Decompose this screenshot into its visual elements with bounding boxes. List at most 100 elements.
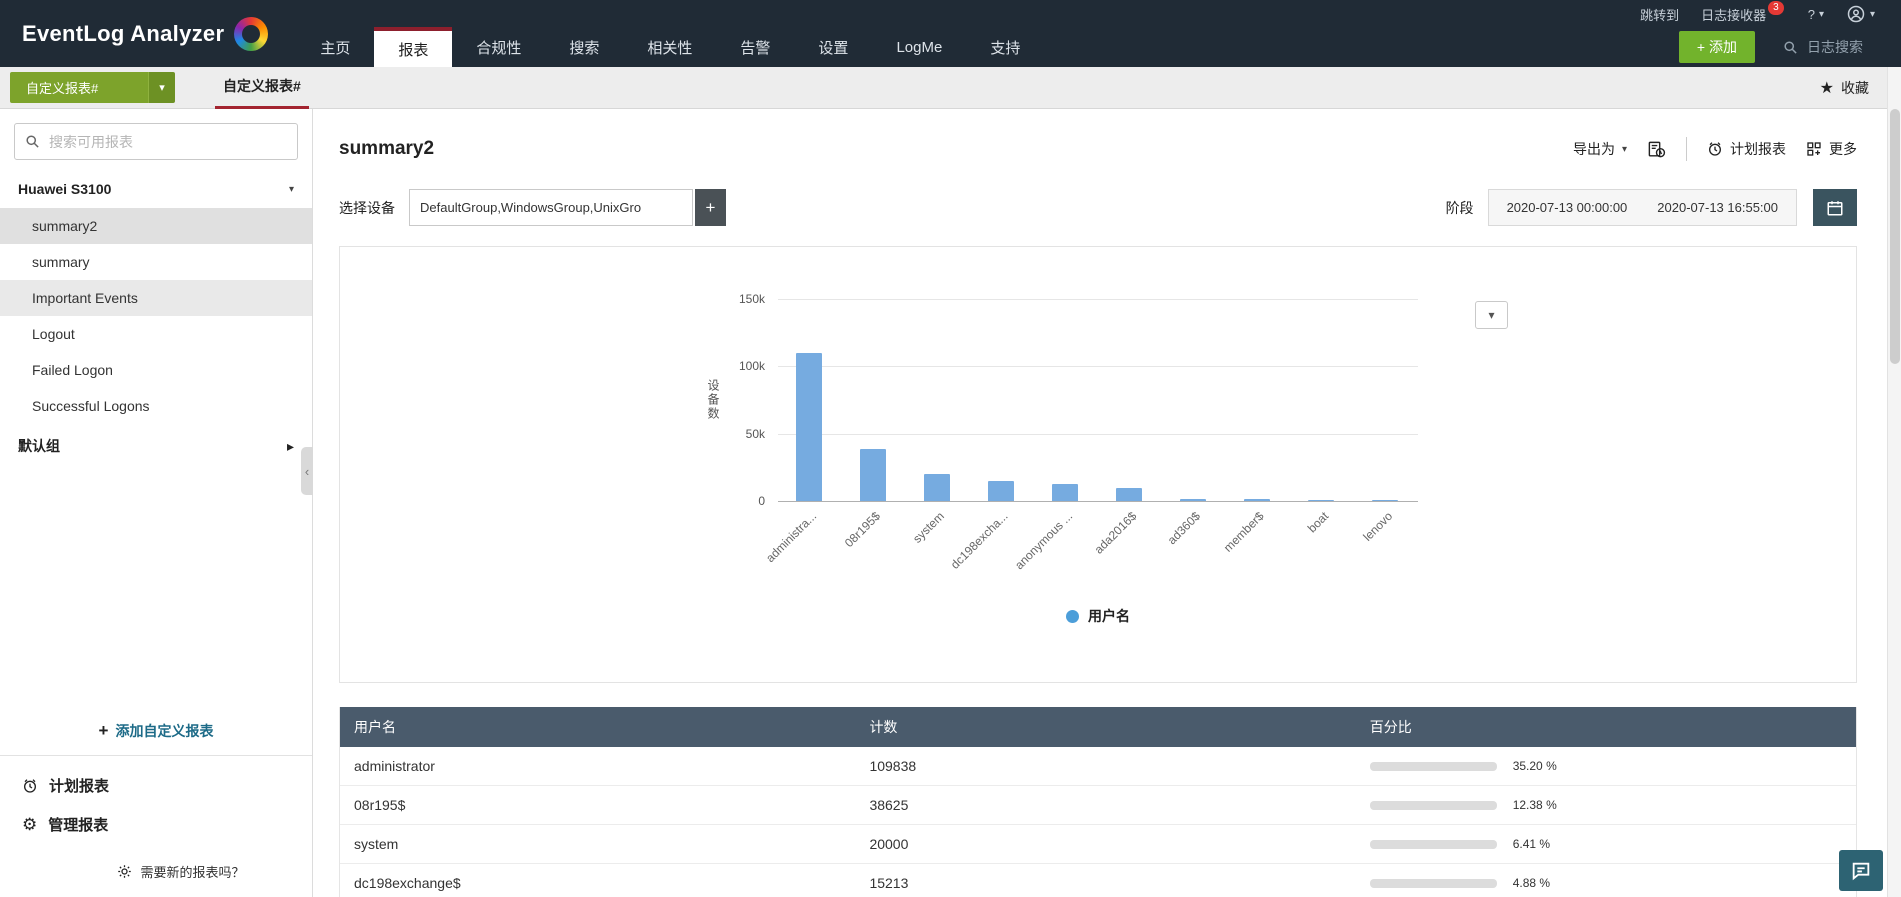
- content-area: Huawei S3100 ▾ summary2 summary Importan…: [0, 109, 1901, 897]
- tab-custom-reports[interactable]: 自定义报表#: [215, 67, 309, 109]
- percent-value: 6.41 %: [1512, 837, 1551, 851]
- log-search-button[interactable]: 日志搜索: [1771, 33, 1875, 61]
- nav-tab-search[interactable]: 搜索: [545, 27, 623, 67]
- need-new-reports-label: 需要新的报表吗？: [140, 865, 245, 880]
- cell-percent: 4.88 %: [1356, 876, 1856, 890]
- x-tick-label: ada2016$: [1091, 509, 1139, 557]
- table-row[interactable]: administrator 109838 35.20 %: [340, 747, 1856, 786]
- chart-bars: administra... 08r195$ system dc198excha... a…: [763, 353, 1398, 572]
- chart-options-button[interactable]: ▾: [1475, 301, 1508, 329]
- x-tick-label: administra...: [762, 509, 819, 566]
- scrollbar-thumb[interactable]: [1890, 109, 1900, 364]
- chevron-down-icon: ▾: [148, 72, 175, 103]
- search-icon: [25, 134, 40, 149]
- manage-reports-link[interactable]: ⚙ 管理报表: [0, 805, 312, 844]
- bar[interactable]: lenovo: [1360, 500, 1398, 544]
- device-group-header[interactable]: Huawei S3100 ▾: [0, 170, 312, 208]
- sidebar-item-failed-logon[interactable]: Failed Logon: [0, 352, 312, 388]
- app-logo[interactable]: EventLog Analyzer: [0, 0, 290, 67]
- nav-tab-home[interactable]: 主页: [296, 27, 374, 67]
- device-select-input[interactable]: [409, 189, 693, 226]
- user-menu[interactable]: ▾: [1846, 4, 1875, 24]
- cell-percent: 6.41 %: [1356, 837, 1856, 851]
- period-group: 阶段 2020-07-13 00:00:00 2020-07-13 16:55:…: [1446, 189, 1857, 226]
- bar[interactable]: administra...: [763, 353, 822, 565]
- table-row[interactable]: 08r195$ 38625 12.38 %: [340, 786, 1856, 825]
- report-history-button[interactable]: [1647, 140, 1666, 159]
- sidebar-collapse-handle[interactable]: ‹: [301, 447, 313, 495]
- percent-value: 35.20 %: [1512, 759, 1557, 773]
- page-title: summary2: [339, 138, 435, 159]
- calendar-icon: [1826, 199, 1844, 217]
- add-device-button[interactable]: +: [695, 189, 726, 226]
- x-tick-label: system: [910, 509, 947, 546]
- add-button[interactable]: + 添加: [1678, 31, 1755, 63]
- report-search-input[interactable]: [49, 133, 287, 150]
- nav-tab-alerts[interactable]: 告警: [716, 27, 794, 67]
- more-button[interactable]: 更多: [1806, 139, 1857, 159]
- cell-username: dc198exchange$: [354, 875, 461, 891]
- report-type-dropdown[interactable]: 自定义报表# ▾: [10, 72, 175, 103]
- bar[interactable]: boat: [1304, 500, 1334, 535]
- chat-bubble-icon: [1850, 860, 1872, 882]
- scheduled-reports-link[interactable]: 计划报表: [0, 766, 312, 805]
- jump-to-link[interactable]: 跳转到: [1640, 5, 1679, 24]
- bar[interactable]: anonymous ...: [1012, 484, 1078, 572]
- device-select-label: 选择设备: [339, 199, 395, 216]
- cell-count: 15213: [869, 875, 909, 891]
- nav-tab-reports[interactable]: 报表: [374, 27, 453, 67]
- nav-tab-compliance[interactable]: 合规性: [452, 27, 545, 67]
- nav-tab-correlation[interactable]: 相关性: [623, 27, 716, 67]
- cell-username: administrator: [354, 758, 435, 774]
- schedule-report-button[interactable]: 计划报表: [1707, 139, 1786, 159]
- bar[interactable]: system: [910, 474, 950, 546]
- app-title: EventLog Analyzer: [22, 20, 225, 46]
- nav-tab-settings[interactable]: 设置: [794, 27, 872, 67]
- sidebar-item-summary2[interactable]: summary2: [0, 208, 312, 244]
- reports-sidebar: Huawei S3100 ▾ summary2 summary Importan…: [0, 109, 313, 897]
- search-icon: [1783, 40, 1798, 55]
- utility-row: 跳转到 日志接收器 3 ? ▾ ▾: [1640, 0, 1875, 28]
- calendar-button[interactable]: [1813, 189, 1857, 226]
- percent-value: 4.88 %: [1512, 876, 1551, 890]
- bar[interactable]: ada2016$: [1091, 488, 1142, 557]
- date-range-display[interactable]: 2020-07-13 00:00:00 2020-07-13 16:55:00: [1487, 189, 1797, 226]
- x-tick-label: 08r195$: [841, 509, 883, 551]
- bar[interactable]: dc198excha...: [948, 480, 1014, 572]
- chat-button[interactable]: [1839, 850, 1883, 891]
- sidebar-divider: [0, 755, 312, 756]
- alarm-clock-icon: [1707, 141, 1723, 157]
- bar[interactable]: member$: [1221, 499, 1270, 555]
- sidebar-item-summary[interactable]: summary: [0, 244, 312, 280]
- chevron-down-icon: ▾: [288, 183, 294, 195]
- chart-legend[interactable]: 用户名: [778, 606, 1418, 626]
- device-group-label: Huawei S3100: [18, 181, 112, 197]
- legend-dot-icon: [1066, 609, 1079, 623]
- bar[interactable]: ad360$: [1165, 498, 1206, 547]
- x-tick-label: dc198excha...: [948, 509, 1011, 572]
- log-receiver-link[interactable]: 日志接收器 3: [1701, 1, 1786, 24]
- add-custom-report-link[interactable]: + 添加自定义报表: [0, 711, 312, 751]
- export-as-dropdown[interactable]: 导出为 ▾: [1573, 139, 1627, 159]
- device-select-control: +: [409, 189, 726, 226]
- topbar: EventLog Analyzer 主页 报表 合规性 搜索 相关性 告警 设置…: [0, 0, 1901, 67]
- alarm-clock-icon: [22, 778, 38, 794]
- page-scrollbar[interactable]: [1887, 67, 1901, 897]
- percent-bar-track: [1369, 761, 1497, 771]
- cell-percent: 35.20 %: [1356, 759, 1856, 773]
- table-row[interactable]: system 20000 6.41 %: [340, 825, 1856, 864]
- table-row[interactable]: dc198exchange$ 15213 4.88 %: [340, 864, 1856, 897]
- default-group-header[interactable]: 默认组 ▸: [0, 424, 312, 468]
- bar[interactable]: 08r195$: [842, 449, 886, 550]
- nav-tab-support[interactable]: 支持: [966, 27, 1044, 67]
- nav-tab-logme[interactable]: LogMe: [872, 27, 966, 67]
- sidebar-item-important-events[interactable]: Important Events: [0, 280, 312, 316]
- help-menu[interactable]: ? ▾: [1808, 7, 1824, 22]
- favorite-button[interactable]: ★ 收藏: [1820, 78, 1869, 98]
- need-new-reports-link[interactable]: 需要新的报表吗？: [0, 844, 312, 897]
- sun-icon: [117, 864, 132, 879]
- add-custom-report-label: 添加自定义报表: [115, 723, 214, 739]
- sidebar-item-logout[interactable]: Logout: [0, 316, 312, 352]
- sidebar-item-successful-logons[interactable]: Successful Logons: [0, 388, 312, 424]
